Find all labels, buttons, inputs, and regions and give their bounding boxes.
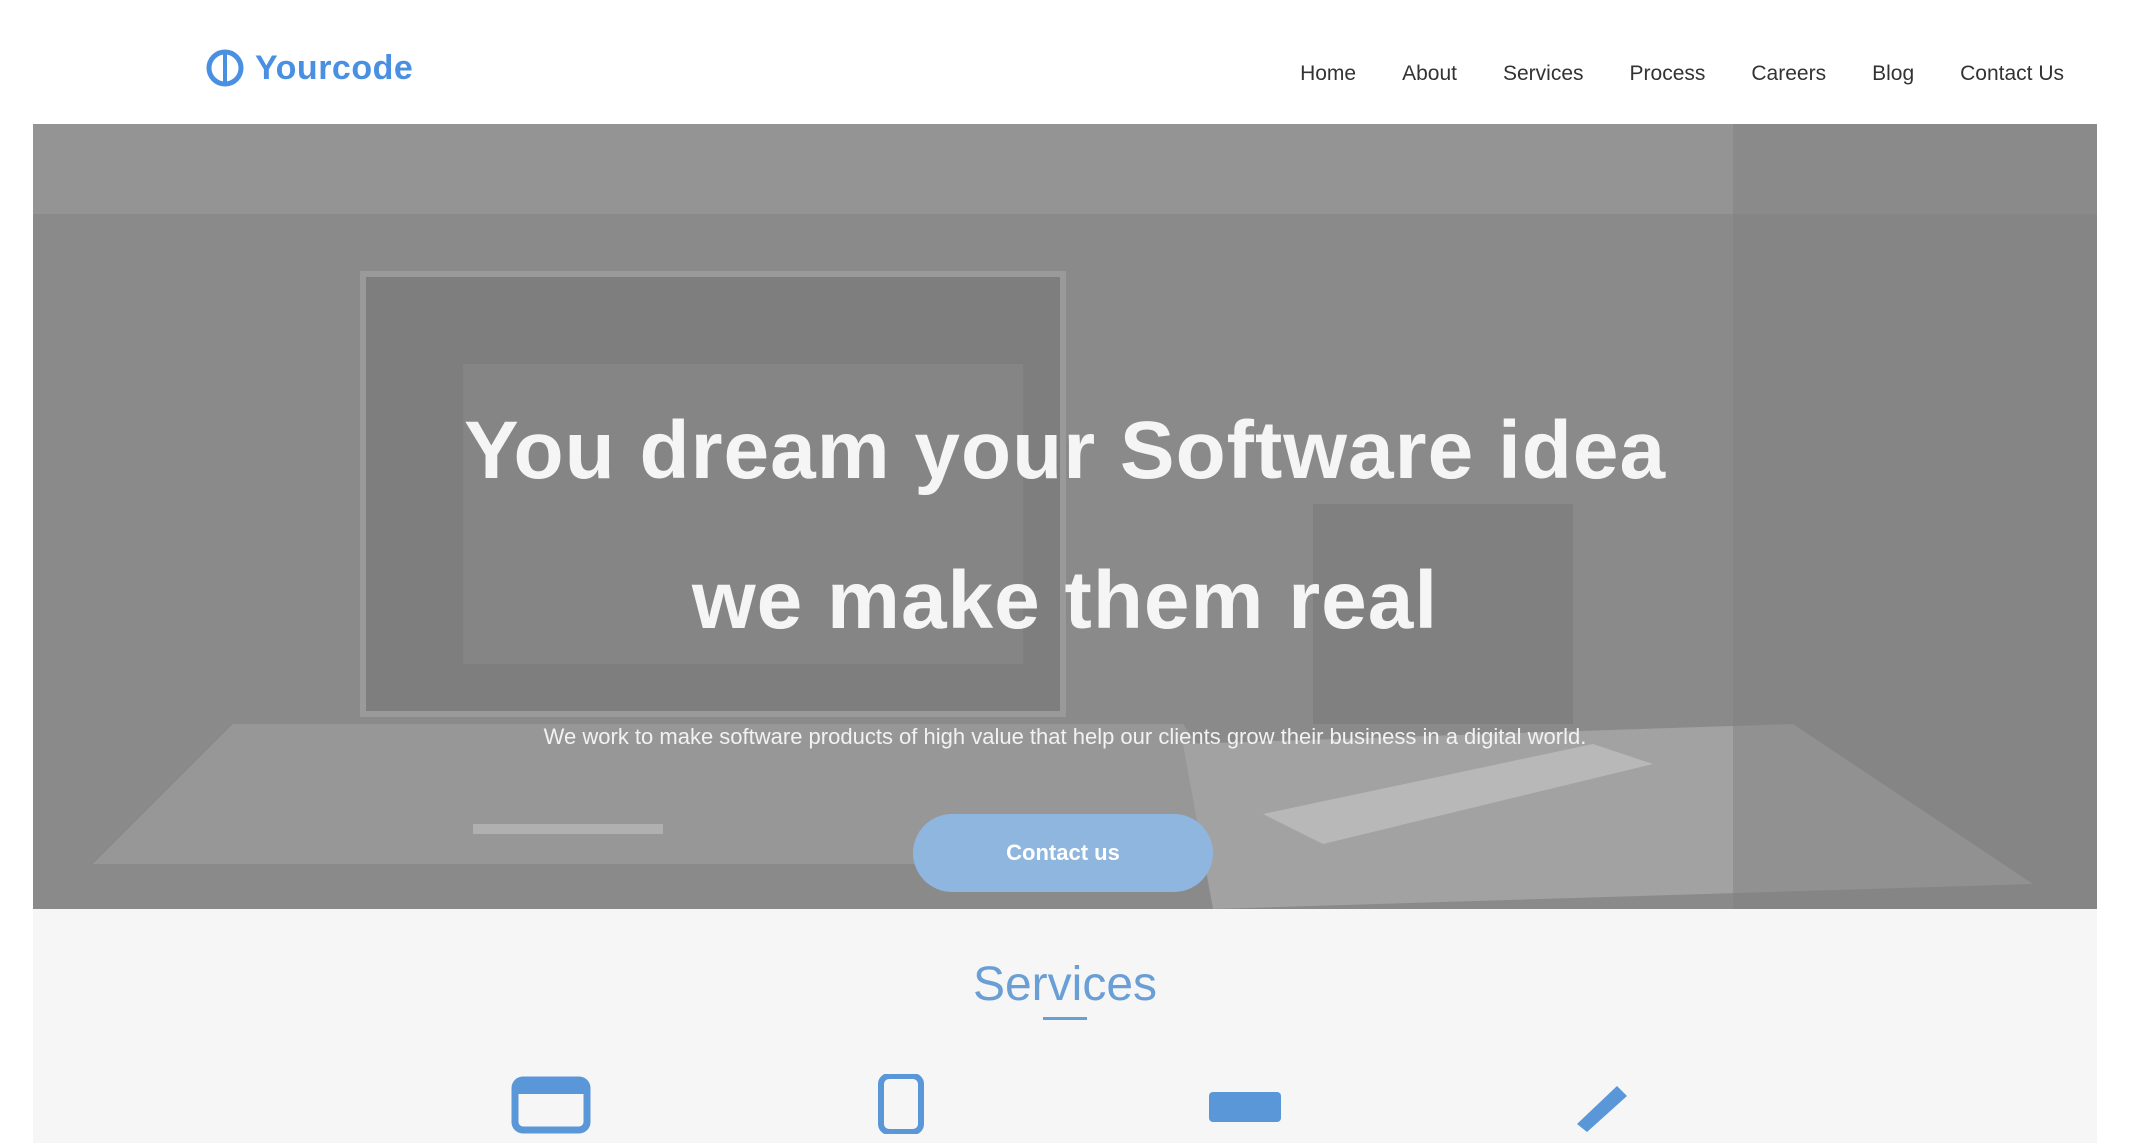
mobile-app-icon bbox=[861, 1073, 941, 1135]
nav-item-blog[interactable]: Blog bbox=[1872, 62, 1914, 86]
nav-item-contact[interactable]: Contact Us bbox=[1960, 62, 2064, 86]
video-icon bbox=[1205, 1074, 1285, 1134]
nav-item-about[interactable]: About bbox=[1402, 62, 1457, 86]
nav-item-home[interactable]: Home bbox=[1300, 62, 1356, 86]
web-development-icon bbox=[511, 1074, 591, 1134]
hero-title-line-2: we make them real bbox=[691, 555, 1439, 646]
services-title: Services bbox=[972, 958, 1158, 1011]
nav-item-process[interactable]: Process bbox=[1630, 62, 1706, 86]
logo[interactable]: Yourcode bbox=[205, 48, 413, 88]
site-header: Yourcode Home About Services Process Car… bbox=[0, 0, 2130, 124]
hero-section: You dream your Software idea we make the… bbox=[33, 124, 2097, 909]
main-nav: Home About Services Process Careers Blog… bbox=[1300, 62, 2064, 86]
hero-title-line-1: You dream your Software idea bbox=[463, 405, 1667, 496]
hero-background-image bbox=[33, 124, 2097, 909]
services-title-underline bbox=[1043, 1017, 1087, 1020]
logo-icon bbox=[205, 48, 245, 88]
nav-item-careers[interactable]: Careers bbox=[1751, 62, 1826, 86]
hero-subtitle: We work to make software products of hig… bbox=[543, 724, 1587, 749]
design-icon bbox=[1563, 1074, 1643, 1134]
page: Yourcode Home About Services Process Car… bbox=[0, 0, 2130, 1143]
logo-text: Yourcode bbox=[255, 48, 414, 87]
services-section: Services bbox=[33, 909, 2097, 1143]
nav-item-services[interactable]: Services bbox=[1503, 62, 1584, 86]
contact-us-button[interactable]: Contact us bbox=[913, 814, 1213, 892]
